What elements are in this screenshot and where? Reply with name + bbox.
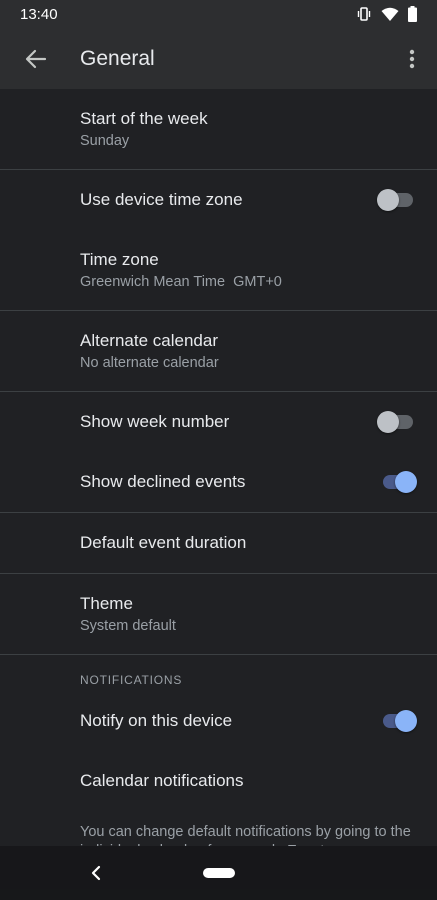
more-options-button[interactable]: [387, 28, 437, 89]
setting-title: Start of the week: [80, 108, 208, 128]
arrow-left-icon: [25, 49, 47, 68]
settings-list[interactable]: Start of the week Sunday Use device time…: [0, 89, 437, 846]
setting-calendar-notifications[interactable]: Calendar notifications: [0, 751, 437, 811]
app-bar: General: [0, 28, 437, 89]
setting-value: No alternate calendar: [80, 354, 219, 371]
setting-alternate-calendar[interactable]: Alternate calendar No alternate calendar: [0, 311, 437, 391]
setting-time-zone[interactable]: Time zone Greenwich Mean Time GMT+0: [0, 230, 437, 310]
setting-theme[interactable]: Theme System default: [0, 574, 437, 654]
setting-title: Show declined events: [80, 472, 246, 491]
setting-title: Show week number: [80, 412, 230, 431]
toggle-knob: [395, 471, 417, 493]
status-bar: 13:40: [0, 0, 437, 28]
setting-title: Calendar notifications: [80, 771, 244, 790]
back-button[interactable]: [0, 28, 72, 89]
setting-title: Theme: [80, 593, 133, 613]
use-device-time-zone-toggle[interactable]: [377, 188, 417, 212]
section-header-notifications: NOTIFICATIONS: [80, 673, 183, 687]
setting-default-event-duration[interactable]: Default event duration: [0, 513, 437, 573]
setting-show-declined-events[interactable]: Show declined events: [0, 452, 437, 512]
more-vert-icon: [409, 49, 415, 68]
setting-use-device-time-zone[interactable]: Use device time zone: [0, 170, 437, 230]
status-time: 13:40: [20, 5, 58, 23]
notify-on-device-toggle[interactable]: [377, 709, 417, 733]
setting-title: Default event duration: [80, 533, 247, 552]
toggle-knob: [377, 411, 399, 433]
setting-show-week-number[interactable]: Show week number: [0, 392, 437, 452]
vibrate-icon: [357, 7, 371, 21]
setting-title: Use device time zone: [80, 190, 243, 209]
toggle-knob: [395, 710, 417, 732]
status-icons: [356, 6, 417, 22]
setting-title: Time zone: [80, 249, 159, 269]
nav-home-pill[interactable]: [203, 868, 235, 878]
nav-back-icon[interactable]: [86, 865, 106, 881]
setting-value: Greenwich Mean Time GMT+0: [80, 273, 282, 290]
notifications-footer-text: You can change default notifications by …: [80, 824, 411, 846]
system-nav-bar: [0, 846, 437, 900]
show-week-number-toggle[interactable]: [377, 410, 417, 434]
page-title: General: [80, 46, 155, 70]
battery-icon: [408, 6, 417, 22]
setting-title: Notify on this device: [80, 711, 233, 730]
setting-value: Sunday: [80, 132, 130, 149]
show-declined-events-toggle[interactable]: [377, 470, 417, 494]
toggle-knob: [377, 189, 399, 211]
setting-start-of-week[interactable]: Start of the week Sunday: [0, 89, 437, 169]
setting-notify-on-device[interactable]: Notify on this device: [0, 691, 437, 751]
wifi-icon: [381, 7, 399, 21]
setting-value: System default: [80, 617, 176, 634]
setting-title: Alternate calendar: [80, 330, 218, 350]
